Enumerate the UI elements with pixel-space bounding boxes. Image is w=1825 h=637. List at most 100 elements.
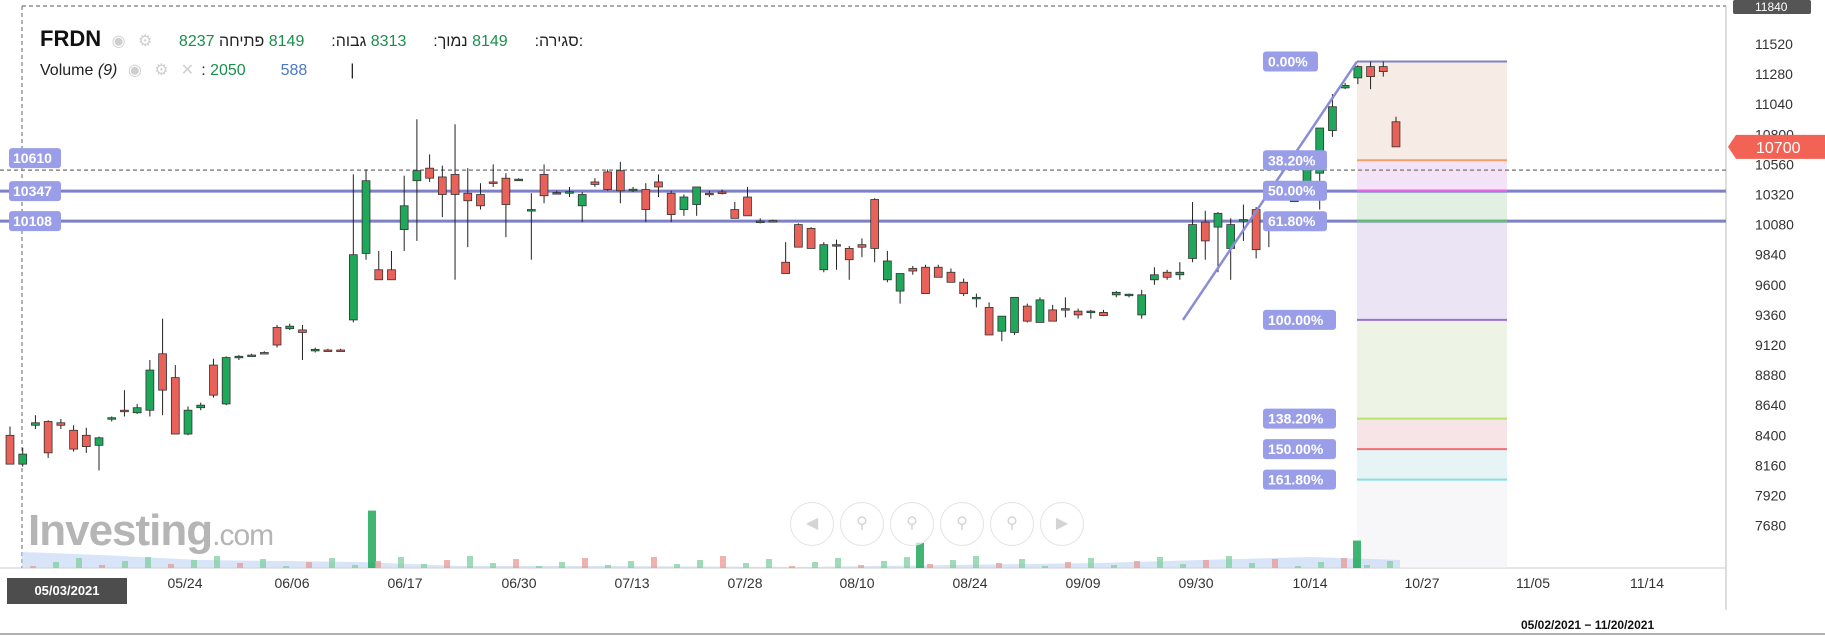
scroll-right-icon[interactable]: ▶ xyxy=(1040,502,1084,546)
candle-body xyxy=(1340,84,1350,89)
y-tick-label: 10320 xyxy=(1755,187,1794,203)
candle-body xyxy=(654,181,663,188)
candle-body xyxy=(450,174,460,195)
candle-body xyxy=(374,269,384,281)
candle-body xyxy=(259,352,269,355)
gear-icon[interactable]: ⚙ xyxy=(138,33,154,50)
volume-bar xyxy=(1134,561,1140,568)
candle-body xyxy=(1048,309,1058,322)
level-label: 10347 xyxy=(13,183,52,199)
candle-body xyxy=(959,281,969,294)
y-axis: 1152011280110401080010560103201008098409… xyxy=(1728,0,1825,534)
volume-bar xyxy=(835,558,841,568)
candle-body xyxy=(705,192,714,196)
candle-body xyxy=(488,181,498,184)
volume-bar xyxy=(375,561,381,568)
close-label: סגירה: xyxy=(534,33,579,50)
fibonacci-zones xyxy=(1357,61,1507,568)
volume-bar xyxy=(1364,565,1370,568)
fib-zone xyxy=(1357,190,1507,222)
eye-icon[interactable]: ◉ xyxy=(128,62,144,79)
ticker-symbol[interactable]: FRDN xyxy=(40,26,101,51)
candle-body xyxy=(387,269,396,281)
candle-body xyxy=(476,194,485,207)
volume-bar xyxy=(881,561,887,568)
volume-bar xyxy=(973,556,979,568)
candle-body xyxy=(628,188,638,192)
volume-bar xyxy=(99,565,105,568)
candle-body xyxy=(616,170,625,192)
close-icon[interactable]: ✕ xyxy=(181,62,197,79)
candle-body xyxy=(641,189,651,210)
volume-row: Volume (9) ◉ ⚙ ✕ : 2050 588 | xyxy=(40,61,355,79)
volume-bar xyxy=(1272,559,1278,568)
candle-body xyxy=(1124,293,1134,297)
fib-label: 38.20% xyxy=(1268,152,1316,168)
candle-body xyxy=(1099,311,1108,316)
candle-body xyxy=(437,176,447,195)
x-tick-label: 05/24 xyxy=(167,575,202,591)
candle-body xyxy=(43,421,53,454)
volume-bar xyxy=(214,556,220,568)
volume-bar xyxy=(858,565,864,568)
volume-bar xyxy=(368,510,376,568)
candle-body xyxy=(1150,274,1159,281)
volume-bar xyxy=(53,562,59,568)
volume-bar xyxy=(421,564,427,568)
x-tick-label: 11/14 xyxy=(1630,575,1664,591)
fib-label: 61.80% xyxy=(1268,213,1316,229)
fib-label: 150.00% xyxy=(1268,441,1324,457)
candle-body xyxy=(221,357,231,405)
volume-bar xyxy=(628,561,634,568)
gear-icon[interactable]: ⚙ xyxy=(154,62,170,79)
zoom-reset-icon[interactable]: ⚲ xyxy=(890,502,934,546)
candle-body xyxy=(781,261,790,274)
volume-bar xyxy=(145,557,151,568)
eye-icon[interactable]: ◉ xyxy=(112,33,128,50)
candle-body xyxy=(514,178,523,182)
candle-body xyxy=(1200,221,1210,242)
candle-body xyxy=(1353,66,1363,79)
candle-body xyxy=(1328,106,1337,131)
x-tick-label: 09/30 xyxy=(1178,575,1213,591)
candle-body xyxy=(463,192,473,202)
scroll-left-icon[interactable]: ◀ xyxy=(790,502,834,546)
date-range-label: 05/02/2021 − 11/20/2021 xyxy=(1521,618,1655,632)
candle-body xyxy=(603,171,612,190)
volume-bar xyxy=(283,566,289,568)
candle-body xyxy=(234,355,244,359)
candle-body xyxy=(1111,291,1121,296)
volume-bar xyxy=(812,562,818,568)
volume-bar xyxy=(168,564,174,568)
zoom-fit-icon[interactable]: ⚲ xyxy=(990,502,1034,546)
x-tick-label: 11/05 xyxy=(1516,575,1550,591)
volume-bar xyxy=(1249,563,1255,568)
x-tick-label: 07/28 xyxy=(727,575,762,591)
candle-body xyxy=(56,422,66,426)
y-tick-label: 10080 xyxy=(1755,217,1794,233)
volume-bar xyxy=(306,562,312,568)
x-tick-label: 10/27 xyxy=(1404,575,1439,591)
zoom-in-icon[interactable]: ⚲ xyxy=(840,502,884,546)
volume-bar xyxy=(927,564,933,568)
volume-bar xyxy=(352,565,358,568)
volume-period: (9) xyxy=(97,62,118,79)
volume-bar xyxy=(76,558,82,568)
close-value: 8237 xyxy=(178,33,215,50)
candle-body xyxy=(844,248,854,261)
x-tick-label: 08/10 xyxy=(839,575,874,591)
y-tick-label: 11040 xyxy=(1755,96,1793,112)
candle-body xyxy=(946,271,956,283)
candle-body xyxy=(272,327,282,346)
x-axis: 05/24 06/06 06/17 06/30 07/13 07/28 08/10 08/24… xyxy=(167,575,1664,591)
zoom-out-icon[interactable]: ⚲ xyxy=(940,502,984,546)
volume-bar xyxy=(1111,565,1117,568)
y-tick-label: 8640 xyxy=(1755,397,1786,413)
chart-nav-toolbar: ◀ ⚲ ⚲ ⚲ ⚲ ▶ xyxy=(790,502,1090,546)
fib-label: 0.00% xyxy=(1268,54,1308,70)
candle-body xyxy=(81,434,91,447)
investing-watermark: Investing.com xyxy=(28,506,274,556)
volume-bar xyxy=(237,563,243,568)
y-tick-label: 8160 xyxy=(1755,457,1786,473)
candle-body xyxy=(666,192,676,215)
